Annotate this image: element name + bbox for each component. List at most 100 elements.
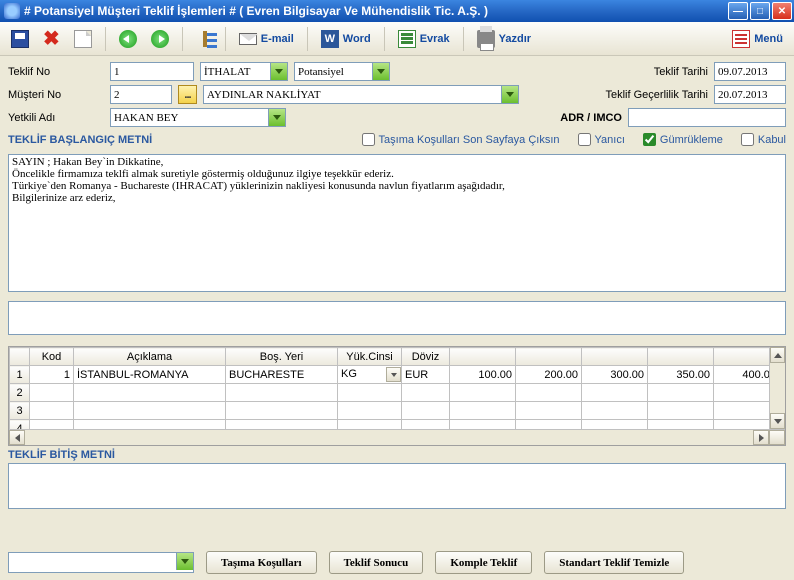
col-bos-yeri[interactable]: Boş. Yeri [226, 348, 338, 366]
tasima-kosullari-check[interactable]: Taşıma Koşulları Son Sayfaya Çıksın [362, 133, 560, 146]
ara-metin-textarea[interactable] [8, 301, 786, 335]
col-8[interactable] [582, 348, 648, 366]
cell-aciklama[interactable]: İSTANBUL-ROMANYA [74, 366, 226, 384]
komple-teklif-button[interactable]: Komple Teklif [435, 551, 532, 574]
cell-yuk-cinsi[interactable] [338, 384, 402, 402]
cell-yuk-cinsi[interactable] [338, 420, 402, 430]
table-row[interactable]: 2 [10, 384, 770, 402]
gumrukleme-check[interactable]: Gümrükleme [643, 133, 723, 146]
musteri-adi-combo[interactable]: AYDINLAR NAKLİYAT [203, 85, 519, 104]
gecerlilik-tarihi-input[interactable] [714, 85, 786, 104]
chevron-down-icon[interactable] [501, 86, 518, 103]
baslangic-metni-textarea[interactable] [8, 154, 786, 292]
cell-c3[interactable] [582, 384, 648, 402]
cell-bos-yeri[interactable] [226, 420, 338, 430]
cell-bos-yeri[interactable]: BUCHARESTE [226, 366, 338, 384]
next-button[interactable] [146, 26, 174, 52]
cell-dropdown-icon[interactable] [386, 367, 401, 382]
cell-aciklama[interactable] [74, 420, 226, 430]
cell-c1[interactable]: 100.00 [450, 366, 516, 384]
cell-c2[interactable] [516, 384, 582, 402]
cell-c5[interactable] [714, 402, 770, 420]
grid-vscroll[interactable] [769, 347, 785, 429]
minimize-button[interactable]: — [728, 2, 748, 20]
delete-button[interactable]: ✖ [38, 26, 65, 52]
cell-c1[interactable] [450, 384, 516, 402]
cell-c3[interactable] [582, 402, 648, 420]
grid-hscroll[interactable] [9, 429, 785, 445]
col-kod[interactable]: Kod [30, 348, 74, 366]
scroll-left-button[interactable] [9, 430, 25, 445]
cell-c4[interactable]: 350.00 [648, 366, 714, 384]
tasima-kosullari-button[interactable]: Taşıma Koşulları [206, 551, 317, 574]
cell-kod[interactable] [30, 402, 74, 420]
cell-kod[interactable] [30, 420, 74, 430]
cell-kod[interactable]: 1 [30, 366, 74, 384]
teklif-sonucu-button[interactable]: Teklif Sonucu [329, 551, 424, 574]
kabul-check[interactable]: Kabul [741, 133, 786, 146]
cell-bos-yeri[interactable] [226, 384, 338, 402]
data-grid[interactable]: Kod Açıklama Boş. Yeri Yük.Cinsi Döviz 1… [9, 347, 769, 429]
email-button[interactable]: E-mail [234, 26, 299, 52]
scroll-down-button[interactable] [770, 413, 785, 429]
teklif-tarihi-input[interactable] [714, 62, 786, 81]
musteri-no-input[interactable] [110, 85, 172, 104]
scroll-right-button[interactable] [753, 430, 769, 445]
cell-c3[interactable] [582, 420, 648, 430]
bottom-combo[interactable] [8, 552, 194, 573]
save-button[interactable] [6, 26, 34, 52]
close-button[interactable]: ✕ [772, 2, 792, 20]
potansiyel-combo[interactable]: Potansiyel [294, 62, 390, 81]
col-7[interactable] [516, 348, 582, 366]
cell-yuk-cinsi[interactable]: KG [338, 366, 402, 384]
col-9[interactable] [648, 348, 714, 366]
chevron-down-icon[interactable] [372, 63, 389, 80]
cell-doviz[interactable] [402, 384, 450, 402]
evrak-button[interactable]: Evrak [393, 26, 455, 52]
musteri-lookup-button[interactable]: ... [178, 85, 197, 104]
word-button[interactable]: WWord [316, 26, 376, 52]
cell-c1[interactable] [450, 420, 516, 430]
cell-c5[interactable] [714, 420, 770, 430]
cell-doviz[interactable]: EUR [402, 366, 450, 384]
maximize-button[interactable]: □ [750, 2, 770, 20]
new-button[interactable] [69, 26, 97, 52]
standart-teklif-temizle-button[interactable]: Standart Teklif Temizle [544, 551, 684, 574]
cell-c5[interactable]: 400.00 [714, 366, 770, 384]
table-row[interactable]: 4 [10, 420, 770, 430]
chevron-down-icon[interactable] [270, 63, 287, 80]
cell-c2[interactable]: 200.00 [516, 366, 582, 384]
prev-button[interactable] [114, 26, 142, 52]
cell-aciklama[interactable] [74, 402, 226, 420]
cell-c2[interactable] [516, 420, 582, 430]
cell-c2[interactable] [516, 402, 582, 420]
cell-c1[interactable] [450, 402, 516, 420]
scroll-up-button[interactable] [770, 347, 785, 363]
ithalat-combo[interactable]: İTHALAT [200, 62, 288, 81]
adr-imco-input[interactable] [628, 108, 786, 127]
yetkili-adi-combo[interactable]: HAKAN BEY [110, 108, 286, 127]
yanici-check[interactable]: Yanıcı [578, 133, 625, 146]
cell-c4[interactable] [648, 384, 714, 402]
cell-kod[interactable] [30, 384, 74, 402]
chevron-down-icon[interactable] [176, 553, 193, 570]
col-doviz[interactable]: Döviz [402, 348, 450, 366]
col-6[interactable] [450, 348, 516, 366]
cell-doviz[interactable] [402, 402, 450, 420]
tree-button[interactable] [191, 26, 217, 52]
cell-c4[interactable] [648, 420, 714, 430]
teklif-no-input[interactable] [110, 62, 194, 81]
chevron-down-icon[interactable] [268, 109, 285, 126]
cell-c4[interactable] [648, 402, 714, 420]
menu-button[interactable]: Menü [727, 26, 788, 52]
cell-doviz[interactable] [402, 420, 450, 430]
cell-yuk-cinsi[interactable] [338, 402, 402, 420]
cell-aciklama[interactable] [74, 384, 226, 402]
cell-c5[interactable] [714, 384, 770, 402]
bitis-metni-textarea[interactable] [8, 463, 786, 509]
table-row[interactable]: 11İSTANBUL-ROMANYABUCHARESTEKGEUR100.002… [10, 366, 770, 384]
col-aciklama[interactable]: Açıklama [74, 348, 226, 366]
col-yuk-cinsi[interactable]: Yük.Cinsi [338, 348, 402, 366]
table-row[interactable]: 3 [10, 402, 770, 420]
cell-c3[interactable]: 300.00 [582, 366, 648, 384]
